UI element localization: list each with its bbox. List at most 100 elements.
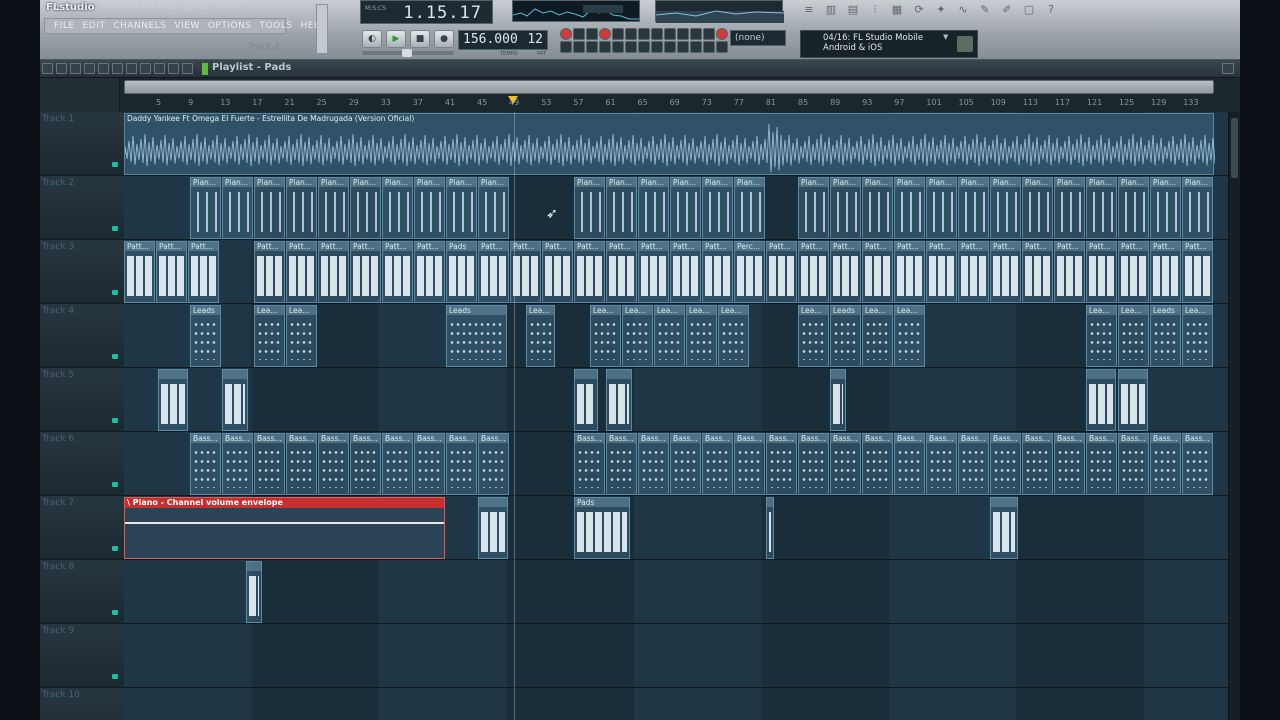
pattern-clip[interactable]: Bass... (702, 433, 733, 495)
track-header[interactable]: Track 10 (40, 688, 124, 720)
pattern-clip[interactable]: Patt... (1054, 241, 1085, 303)
pattern-clip[interactable]: Pian... (958, 177, 989, 239)
menu-edit[interactable]: EDIT (80, 21, 109, 31)
pattern-clip[interactable]: Bass... (1022, 433, 1053, 495)
scroll-icon[interactable] (703, 28, 715, 40)
pattern-clip[interactable]: Bass... (414, 433, 445, 495)
brush-icon[interactable] (638, 41, 650, 53)
metronome-icon[interactable] (573, 28, 585, 40)
pattern-clip[interactable]: Patt... (1150, 241, 1181, 303)
slice-tool-icon[interactable] (140, 63, 151, 74)
pattern-clip[interactable]: Pian... (638, 177, 669, 239)
pattern-song-toggle[interactable]: ◐ (362, 30, 382, 48)
pattern-clip[interactable] (1118, 369, 1148, 431)
typing-keyboard-icon[interactable] (677, 28, 689, 40)
pattern-clip[interactable]: Pads (574, 497, 630, 559)
pattern-clip[interactable]: Pian... (286, 177, 317, 239)
track-header[interactable]: Track 9 (40, 624, 124, 688)
track-active-led[interactable] (112, 674, 118, 679)
paste-icon[interactable] (612, 41, 624, 53)
pattern-clip[interactable]: Patt... (478, 241, 509, 303)
pattern-clip[interactable]: Pian... (254, 177, 285, 239)
pattern-clip[interactable]: Bass... (574, 433, 605, 495)
pattern-clip[interactable]: Bass... (606, 433, 637, 495)
track-lane[interactable] (124, 368, 1228, 432)
loop-record-icon[interactable] (638, 28, 650, 40)
transport-slider-thumb[interactable] (402, 49, 412, 57)
pattern-clip[interactable]: Patt... (670, 241, 701, 303)
track-header[interactable]: Track 3 (40, 240, 124, 304)
multilink-icon[interactable] (690, 28, 702, 40)
track-lane[interactable] (124, 624, 1228, 688)
menu-options[interactable]: OPTIONS (205, 21, 255, 31)
select-icon[interactable] (677, 41, 689, 53)
pattern-clip[interactable]: Pian... (734, 177, 765, 239)
pattern-clip[interactable]: Lea... (862, 305, 893, 367)
track-active-led[interactable] (112, 418, 118, 423)
pattern-clip[interactable]: Lea... (622, 305, 653, 367)
pattern-clip[interactable]: Patt... (798, 241, 829, 303)
blend-icon[interactable] (651, 28, 663, 40)
pattern-clip[interactable]: Perc... (734, 241, 765, 303)
pattern-clip[interactable]: Bass... (670, 433, 701, 495)
pattern-clip[interactable]: Bass... (990, 433, 1021, 495)
track-header[interactable]: Track 2 (40, 176, 124, 240)
pattern-clip[interactable]: Patt... (926, 241, 957, 303)
pattern-clip[interactable]: Pian... (798, 177, 829, 239)
channel-rack-shortcut-icon[interactable]: ▤ (844, 2, 862, 18)
pattern-clip[interactable]: Patt... (318, 241, 349, 303)
pattern-clip[interactable]: Pian... (1182, 177, 1213, 239)
track-lane[interactable] (124, 688, 1228, 720)
pattern-clip[interactable]: Lea... (894, 305, 925, 367)
song-time-display[interactable]: M:S:CS 1.15.17 (360, 0, 493, 24)
pattern-clip[interactable] (222, 369, 248, 431)
record-toggle-icon[interactable] (560, 28, 572, 40)
plugin-icon[interactable]: ✦ (932, 2, 950, 18)
pattern-clip[interactable]: Pian... (1150, 177, 1181, 239)
browser-shortcut-icon[interactable]: ▦ (888, 2, 906, 18)
pattern-clip[interactable] (606, 369, 632, 431)
menu-view[interactable]: VIEW (171, 21, 202, 31)
pattern-clip[interactable]: Bass... (830, 433, 861, 495)
master-volume-slider[interactable] (316, 4, 328, 54)
pattern-clip[interactable]: Bass... (222, 433, 253, 495)
playback-tool-icon[interactable] (182, 63, 193, 74)
pattern-clip[interactable]: Pian... (446, 177, 477, 239)
pattern-clip[interactable]: Patt... (958, 241, 989, 303)
track-active-led[interactable] (112, 162, 118, 167)
pattern-clip[interactable]: Pian... (382, 177, 413, 239)
pattern-clip[interactable]: Patt... (1118, 241, 1149, 303)
settings-tool-icon[interactable] (716, 41, 728, 53)
pattern-clip[interactable]: Patt... (766, 241, 797, 303)
menu-tools[interactable]: TOOLS (257, 21, 296, 31)
track-lane[interactable]: Leads Lea... Lea... Leads Lea... Lea... Lea...… (124, 304, 1228, 368)
menu-channels[interactable]: CHANNELS (110, 21, 169, 31)
cut-icon[interactable] (586, 41, 598, 53)
step-edit-icon[interactable] (612, 28, 624, 40)
mute-tool-icon[interactable] (112, 63, 123, 74)
pattern-clip[interactable]: Bass... (638, 433, 669, 495)
pattern-clip[interactable]: Bass... (1182, 433, 1213, 495)
pattern-clip[interactable]: Bass... (350, 433, 381, 495)
pattern-clip[interactable]: Patt... (124, 241, 155, 303)
track-header[interactable]: Track 8 (40, 560, 124, 624)
pattern-clip[interactable]: Bass... (958, 433, 989, 495)
pattern-clip[interactable]: Patt... (254, 241, 285, 303)
pattern-clip[interactable]: Bass... (446, 433, 477, 495)
tempo-display[interactable]: 156.000 12 (458, 30, 548, 50)
menu-arrow-icon[interactable] (42, 63, 53, 74)
redo-icon[interactable] (573, 41, 585, 53)
horizontal-scrollbar[interactable] (124, 80, 1214, 94)
pattern-clip[interactable]: Patt... (830, 241, 861, 303)
pattern-clip[interactable]: Patt... (574, 241, 605, 303)
pattern-clip[interactable]: Bass... (1118, 433, 1149, 495)
pattern-clip[interactable]: Leads (830, 305, 861, 367)
pattern-clip[interactable]: Pian... (1022, 177, 1053, 239)
pattern-clip[interactable]: Pian... (414, 177, 445, 239)
pattern-clip[interactable]: Pian... (222, 177, 253, 239)
cpu-icon[interactable]: ⟳ (910, 2, 928, 18)
track-active-led[interactable] (112, 482, 118, 487)
track-active-led[interactable] (112, 226, 118, 231)
pattern-clip[interactable] (990, 497, 1018, 559)
pattern-clip[interactable]: Patt... (156, 241, 187, 303)
